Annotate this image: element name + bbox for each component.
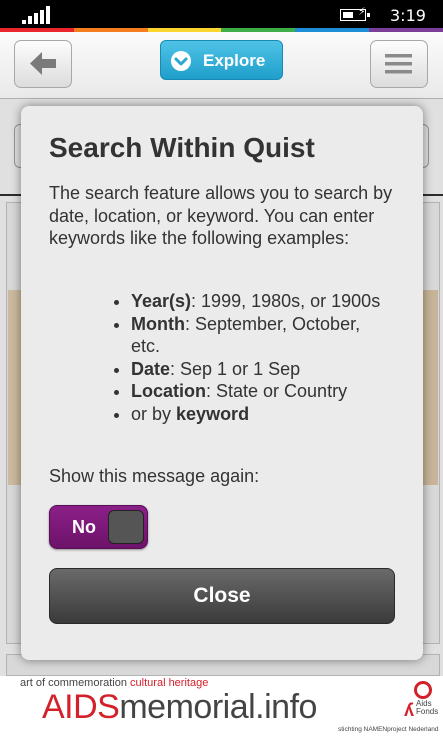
charging-icon: ⚡ [358,5,366,18]
namenproject-icon [414,681,432,699]
stichting-label: stichting NAMENproject Nederland [338,726,439,733]
chevron-down-icon [171,51,191,71]
status-time: 3:19 [390,6,426,25]
back-button[interactable] [14,40,72,88]
close-button[interactable]: Close [49,568,395,624]
app-bar: Explore [0,32,443,99]
search-help-dialog: Search Within Quist The search feature a… [21,106,423,660]
explore-button[interactable]: Explore [160,40,283,80]
aidsfonds-logo: Aids Fonds [416,699,439,716]
example-item: or by keyword [131,403,394,426]
hamburger-menu-icon [385,54,412,74]
examples-list: Year(s): 1999, 1980s, or 1900s Month: Se… [49,290,394,425]
dialog-title: Search Within Quist [49,132,315,163]
status-bar: ⚡ 3:19 [0,0,443,28]
menu-button[interactable] [370,40,428,88]
aidsfonds-ribbon-icon: ʎ [404,700,415,720]
example-item: Month: September, October, etc. [131,313,394,358]
explore-label: Explore [203,51,266,70]
sponsor-footer[interactable]: art of commemoration cultural heritage A… [0,676,443,738]
example-item: Year(s): 1999, 1980s, or 1900s [131,290,394,313]
aidsmemorial-logo: AIDSmemorial.info [42,688,317,726]
toggle-knob[interactable] [108,510,144,544]
example-item: Location: State or Country [131,380,394,403]
example-item: Date: Sep 1 or 1 Sep [131,358,394,381]
toggle-label: No [72,517,96,537]
arrow-left-icon [30,52,56,75]
show-again-toggle[interactable]: No [49,505,148,549]
signal-strength-icon [22,6,50,24]
show-again-label: Show this message again: [49,466,260,486]
dialog-intro: The search feature allows you to search … [49,183,393,248]
